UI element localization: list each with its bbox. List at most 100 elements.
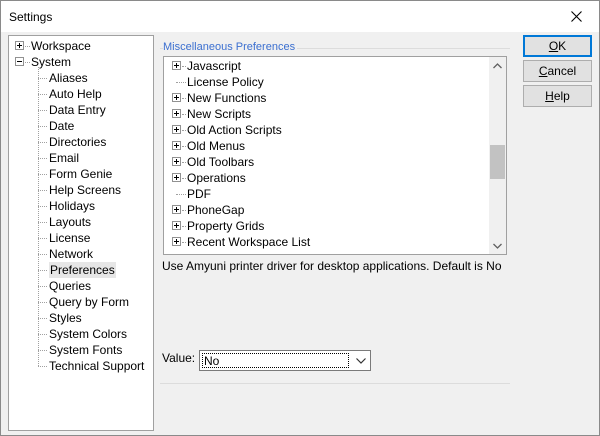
tree-item-license[interactable]: License xyxy=(9,230,153,246)
pref-item-phonegap[interactable]: PhoneGap xyxy=(164,202,489,218)
scroll-up-button[interactable] xyxy=(489,57,506,74)
tree-item-label: Holidays xyxy=(49,199,96,213)
pref-item-javascript[interactable]: Javascript xyxy=(164,58,489,74)
tree-item-email[interactable]: Email xyxy=(9,150,153,166)
tree-item-help-screens[interactable]: Help Screens xyxy=(9,182,153,198)
tree-item-label: System xyxy=(31,55,72,69)
tree-item-layouts[interactable]: Layouts xyxy=(9,214,153,230)
tree-item-data-entry[interactable]: Data Entry xyxy=(9,102,153,118)
ok-button[interactable]: OK xyxy=(523,35,592,57)
close-button[interactable] xyxy=(553,1,599,32)
dropdown-arrow[interactable] xyxy=(352,351,370,370)
tree-item-queries[interactable]: Queries xyxy=(9,278,153,294)
tree-item-label: Date xyxy=(49,119,75,133)
settings-tree[interactable]: Workspace System Aliases Auto Help Data Entr… xyxy=(8,35,154,431)
tree-item-label: Form Genie xyxy=(49,167,113,181)
tree-item-system-fonts[interactable]: System Fonts xyxy=(9,342,153,358)
expand-icon[interactable] xyxy=(172,221,181,230)
tree-item-network[interactable]: Network xyxy=(9,246,153,262)
expand-icon[interactable] xyxy=(172,61,181,70)
chevron-up-icon xyxy=(493,62,502,68)
tree-item-label: Email xyxy=(49,151,80,165)
tree-item-label: Help Screens xyxy=(49,183,122,197)
tree-item-aliases[interactable]: Aliases xyxy=(9,70,153,86)
tree-item-preferences[interactable]: Preferences xyxy=(9,262,153,278)
pref-item-new-scripts[interactable]: New Scripts xyxy=(164,106,489,122)
pref-item-label: Recent Workspace List xyxy=(187,235,311,249)
scroll-thumb[interactable] xyxy=(490,145,505,179)
pref-item-license-policy[interactable]: License Policy xyxy=(164,74,489,90)
value-label: Value: xyxy=(162,351,196,365)
pref-item-label: Property Grids xyxy=(187,219,265,233)
pref-item-new-functions[interactable]: New Functions xyxy=(164,90,489,106)
chevron-down-icon xyxy=(356,357,366,364)
tree-item-label: Auto Help xyxy=(49,87,102,101)
cancel-button[interactable]: Cancel xyxy=(523,60,592,82)
preference-description: Use Amyuni printer driver for desktop ap… xyxy=(162,259,502,273)
scroll-down-button[interactable] xyxy=(489,237,506,254)
tree-item-label: License xyxy=(49,231,91,245)
pref-item-label: Javascript xyxy=(187,59,242,73)
tree-item-query-by-form[interactable]: Query by Form xyxy=(9,294,153,310)
chevron-down-icon xyxy=(493,243,502,249)
pref-item-old-action-scripts[interactable]: Old Action Scripts xyxy=(164,122,489,138)
pref-item-property-grids[interactable]: Property Grids xyxy=(164,218,489,234)
tree-item-label: Query by Form xyxy=(49,295,130,309)
tree-item-workspace[interactable]: Workspace xyxy=(9,38,153,54)
tree-item-label: Data Entry xyxy=(49,103,106,117)
tree-item-system[interactable]: System xyxy=(9,54,153,70)
preferences-list[interactable]: Javascript License Policy New Functions New… xyxy=(163,56,507,255)
tree-item-holidays[interactable]: Holidays xyxy=(9,198,153,214)
collapse-icon[interactable] xyxy=(15,57,24,66)
expand-icon[interactable] xyxy=(15,41,24,50)
expand-icon[interactable] xyxy=(172,141,181,150)
pref-item-label: Old Action Scripts xyxy=(187,123,282,137)
pref-item-label: New Functions xyxy=(187,91,267,105)
pref-item-recent-workspace-list[interactable]: Recent Workspace List xyxy=(164,234,489,250)
pref-item-pdf[interactable]: PDF xyxy=(164,186,489,202)
tree-item-styles[interactable]: Styles xyxy=(9,310,153,326)
tree-item-form-genie[interactable]: Form Genie xyxy=(9,166,153,182)
expand-icon[interactable] xyxy=(172,93,181,102)
pref-item-operations[interactable]: Operations xyxy=(164,170,489,186)
pref-item-label: PhoneGap xyxy=(187,203,245,217)
help-button[interactable]: Help xyxy=(523,85,592,107)
close-icon xyxy=(570,11,582,22)
tree-item-directories[interactable]: Directories xyxy=(9,134,153,150)
expand-icon[interactable] xyxy=(172,125,181,134)
tree-item-label: Aliases xyxy=(49,71,88,85)
pref-item-label: Old Toolbars xyxy=(187,155,255,169)
expand-icon[interactable] xyxy=(172,205,181,214)
pref-item-old-toolbars[interactable]: Old Toolbars xyxy=(164,154,489,170)
expand-icon[interactable] xyxy=(172,237,181,246)
tree-item-label: Technical Support xyxy=(49,359,145,373)
tree-item-label: Layouts xyxy=(49,215,92,229)
pref-item-label: Old Menus xyxy=(187,139,246,153)
tree-item-technical-support[interactable]: Technical Support xyxy=(9,358,153,374)
tree-item-auto-help[interactable]: Auto Help xyxy=(9,86,153,102)
value-select[interactable]: No xyxy=(199,350,371,371)
expand-icon[interactable] xyxy=(172,109,181,118)
vertical-scrollbar[interactable] xyxy=(489,57,506,254)
group-label: Miscellaneous Preferences xyxy=(163,41,298,53)
window-title: Settings xyxy=(9,10,53,24)
tree-item-label: Workspace xyxy=(31,39,91,53)
pref-item-old-menus[interactable]: Old Menus xyxy=(164,138,489,154)
tree-item-label: Preferences xyxy=(49,262,116,278)
settings-dialog: Settings Workspace System Aliases Auto Help… xyxy=(0,0,600,436)
tree-item-label: System Fonts xyxy=(49,343,123,357)
title-bar: Settings xyxy=(1,1,599,32)
pref-item-label: PDF xyxy=(187,187,211,201)
expand-icon[interactable] xyxy=(172,157,181,166)
value-select-text: No xyxy=(204,354,220,368)
pref-item-label: Operations xyxy=(187,171,246,185)
pref-item-label: New Scripts xyxy=(187,107,252,121)
tree-item-system-colors[interactable]: System Colors xyxy=(9,326,153,342)
expand-icon[interactable] xyxy=(172,173,181,182)
tree-item-label: Queries xyxy=(49,279,92,293)
tree-item-date[interactable]: Date xyxy=(9,118,153,134)
tree-item-label: System Colors xyxy=(49,327,128,341)
tree-item-label: Directories xyxy=(49,135,107,149)
pref-item-label: License Policy xyxy=(187,75,264,89)
value-select-focus: No xyxy=(202,353,349,368)
